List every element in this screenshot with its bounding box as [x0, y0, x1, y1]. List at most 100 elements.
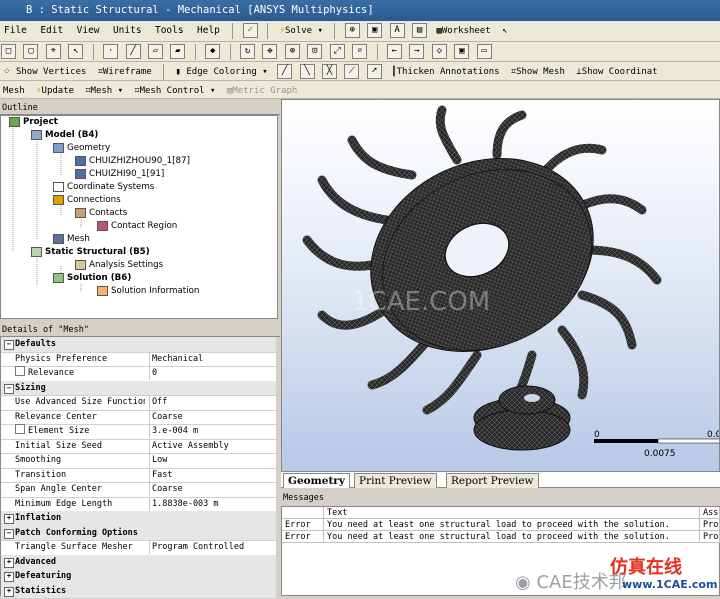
- details-group-row[interactable]: −Defaults: [1, 337, 276, 353]
- edge-style-icon-5[interactable]: ➚: [367, 64, 382, 79]
- metric-graph-button[interactable]: ▥Metric Graph: [225, 83, 299, 99]
- expand-toggle-icon[interactable]: +: [4, 558, 14, 568]
- details-value[interactable]: Program Controlled: [149, 540, 279, 554]
- messages-col-association[interactable]: Ass: [700, 507, 720, 519]
- tree-node-part-1[interactable]: CHUIZHIZHOU90_1[87]: [75, 155, 190, 167]
- menu-help[interactable]: Help: [193, 21, 224, 41]
- tree-node-connections[interactable]: Connections: [53, 194, 121, 206]
- tree-node-solution-information[interactable]: Solution Information: [97, 285, 199, 297]
- details-row[interactable]: Triangle Surface MesherProgram Controlle…: [1, 540, 276, 556]
- zoom-fit-icon[interactable]: ⤢: [330, 44, 345, 59]
- tree-node-project[interactable]: Project: [9, 116, 58, 128]
- zoom-in-icon[interactable]: ⊕: [285, 44, 300, 59]
- show-coordinate-button[interactable]: ⊥Show Coordinat: [574, 64, 659, 80]
- tab-report-preview[interactable]: Report Preview: [446, 473, 539, 488]
- chart-icon[interactable]: ▤: [412, 23, 427, 38]
- edge-style-icon-4[interactable]: ⟋: [344, 64, 359, 79]
- help-pointer-icon[interactable]: ↖: [500, 23, 509, 39]
- expand-toggle-icon[interactable]: +: [4, 514, 14, 524]
- details-value[interactable]: Coarse: [149, 482, 279, 496]
- details-row[interactable]: Relevance CenterCoarse: [1, 410, 276, 426]
- tree-node-solution[interactable]: Solution (B6): [53, 272, 131, 284]
- message-type[interactable]: Error: [282, 531, 324, 543]
- select-point-icon[interactable]: ·: [103, 44, 118, 59]
- tree-node-mesh[interactable]: Mesh: [53, 233, 90, 245]
- expand-toggle-icon[interactable]: −: [4, 384, 14, 394]
- message-type[interactable]: Error: [282, 519, 324, 531]
- mesh-control-button[interactable]: ⌗Mesh Control ▾: [133, 83, 218, 99]
- details-row[interactable]: Use Advanced Size FunctionOff: [1, 395, 276, 411]
- check-icon[interactable]: ✓: [243, 23, 258, 38]
- show-mesh-button[interactable]: ⌗Show Mesh: [509, 64, 567, 80]
- rotate-icon[interactable]: ↻: [240, 44, 255, 59]
- details-value[interactable]: Active Assembly: [149, 439, 279, 453]
- mesh-model[interactable]: 1CAE.COM 0 0.0075 0.0: [282, 100, 719, 471]
- edge-style-icon-2[interactable]: ╲: [300, 64, 315, 79]
- details-value[interactable]: 0: [149, 366, 279, 380]
- image-icon[interactable]: ▣: [367, 23, 382, 38]
- menu-units[interactable]: Units: [109, 21, 146, 41]
- message-text[interactable]: You need at least one structural load to…: [324, 531, 700, 543]
- details-value[interactable]: 3.e-004 m: [149, 424, 279, 438]
- open-icon[interactable]: ▢: [23, 44, 38, 59]
- solve-button[interactable]: ⚡Solve ▾: [278, 23, 325, 39]
- tree-node-contact-region[interactable]: Contact Region: [97, 220, 177, 232]
- parameter-checkbox[interactable]: [15, 424, 25, 434]
- details-row[interactable]: Element Size3.e-004 m: [1, 424, 276, 440]
- select-edge-icon[interactable]: ╱: [126, 44, 141, 59]
- view-options-icon[interactable]: ▣: [454, 44, 469, 59]
- select-body-icon[interactable]: ▰: [170, 44, 185, 59]
- text-icon[interactable]: A: [390, 23, 405, 38]
- layout-icon[interactable]: ▭: [477, 44, 492, 59]
- details-row[interactable]: Span Angle CenterCoarse: [1, 482, 276, 498]
- menu-tools[interactable]: Tools: [151, 21, 188, 41]
- details-value[interactable]: Fast: [149, 468, 279, 482]
- tab-print-preview[interactable]: Print Preview: [354, 473, 437, 488]
- details-value[interactable]: Coarse: [149, 410, 279, 424]
- details-row[interactable]: Initial Size SeedActive Assembly: [1, 439, 276, 455]
- show-vertices-button[interactable]: ⁘ Show Vertices: [1, 64, 88, 80]
- expand-toggle-icon[interactable]: +: [4, 572, 14, 582]
- worksheet-button[interactable]: ▦Worksheet: [434, 23, 492, 39]
- details-value[interactable]: Off: [149, 395, 279, 409]
- mesh-dropdown-button[interactable]: ⌗Mesh ▾: [83, 83, 125, 99]
- message-association[interactable]: Pro: [700, 519, 720, 531]
- edge-style-icon-3[interactable]: ╳: [322, 64, 337, 79]
- isometric-icon[interactable]: ◇: [432, 44, 447, 59]
- edge-style-icon-1[interactable]: ╱: [277, 64, 292, 79]
- details-group-row[interactable]: +Statistics: [1, 584, 276, 599]
- menu-view[interactable]: View: [73, 21, 104, 41]
- tree-node-contacts[interactable]: Contacts: [75, 207, 127, 219]
- graphics-viewport[interactable]: 1CAE.COM 0 0.0075 0.0: [281, 99, 720, 472]
- expand-toggle-icon[interactable]: +: [4, 587, 14, 597]
- messages-col-text[interactable]: Text: [324, 507, 700, 519]
- tree-node-geometry[interactable]: Geometry: [53, 142, 110, 154]
- select-face-icon[interactable]: ▱: [148, 44, 163, 59]
- pan-icon[interactable]: ✥: [262, 44, 277, 59]
- details-group-row[interactable]: +Defeaturing: [1, 569, 276, 585]
- menu-edit[interactable]: Edit: [36, 21, 67, 41]
- select-mode-icon[interactable]: ↖: [68, 44, 83, 59]
- details-group-row[interactable]: +Advanced: [1, 555, 276, 571]
- zoom-box-icon[interactable]: ⊡: [307, 44, 322, 59]
- new-icon[interactable]: □: [1, 44, 16, 59]
- tree-node-analysis-settings[interactable]: Analysis Settings: [75, 259, 163, 271]
- magnifier-icon[interactable]: ⌕: [352, 44, 367, 59]
- details-value[interactable]: 1.8838e-003 m: [149, 497, 279, 511]
- thicken-annotations-button[interactable]: ┃Thicken Annotations: [389, 64, 501, 80]
- details-row[interactable]: TransitionFast: [1, 468, 276, 484]
- details-group-row[interactable]: −Sizing: [1, 381, 276, 397]
- tree-node-part-2[interactable]: CHUIZHI90_1[91]: [75, 168, 164, 180]
- details-row[interactable]: Minimum Edge Length1.8838e-003 m: [1, 497, 276, 513]
- previous-view-icon[interactable]: ←: [387, 44, 402, 59]
- details-group-row[interactable]: +Inflation: [1, 511, 276, 527]
- details-row[interactable]: SmoothingLow: [1, 453, 276, 469]
- tree-node-model[interactable]: Model (B4): [31, 129, 98, 141]
- wireframe-button[interactable]: ⌗Wireframe: [96, 64, 154, 80]
- details-group-row[interactable]: −Patch Conforming Options: [1, 526, 276, 542]
- message-association[interactable]: Pro: [700, 531, 720, 543]
- message-text[interactable]: You need at least one structural load to…: [324, 519, 700, 531]
- cube-icon[interactable]: ◆: [205, 44, 220, 59]
- tree-node-coordinate-systems[interactable]: Coordinate Systems: [53, 181, 154, 193]
- parameter-checkbox[interactable]: [15, 366, 25, 376]
